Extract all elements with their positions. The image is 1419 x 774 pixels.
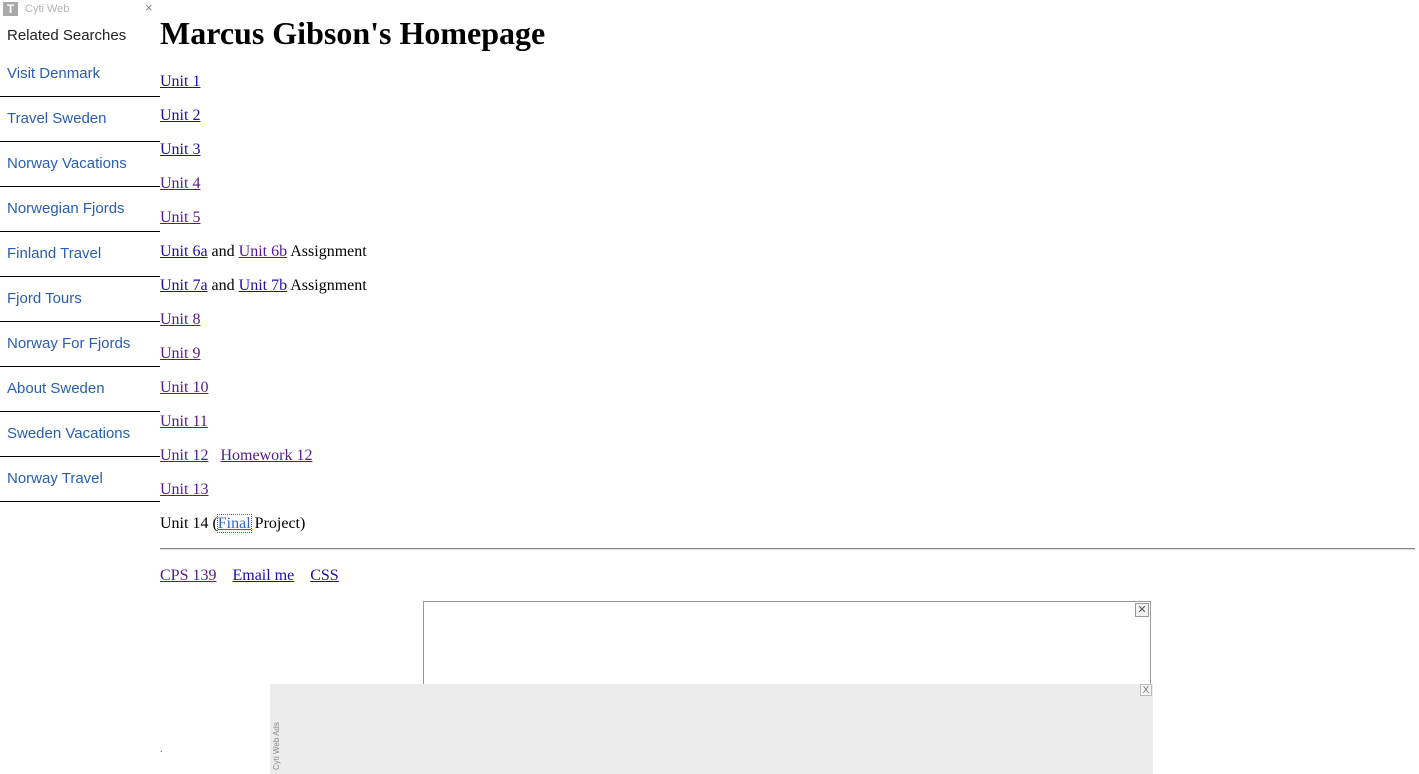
unit-10-row: Unit 10 [160, 378, 208, 398]
sidebar-close-icon[interactable]: × [145, 0, 153, 16]
unit-11-link[interactable]: Unit 11 [160, 413, 208, 430]
cyti-web-ads-bar: Cyti Web Ads X [270, 684, 1153, 774]
unit-14-row: Unit 14 (Final Project) [160, 514, 305, 534]
related-search-norway-travel[interactable]: Norway Travel [0, 457, 160, 502]
sidebar-header-bar: T Cyti Web × [0, 0, 160, 18]
page-title: Marcus Gibson's Homepage [160, 15, 546, 51]
unit-12-row: Unit 12 Homework 12 [160, 446, 312, 466]
cps-139-link[interactable]: CPS 139 [160, 567, 216, 584]
unit-9-row: Unit 9 [160, 344, 200, 364]
related-search-norwegian-fjords[interactable]: Norwegian Fjords [0, 187, 160, 232]
unit-2-row: Unit 2 [160, 106, 200, 126]
ad-close-icon[interactable]: ✕ [1135, 603, 1149, 617]
unit-7b-link[interactable]: Unit 7b [239, 277, 287, 294]
unit-4-link[interactable]: Unit 4 [160, 175, 200, 192]
related-search-sweden-vacations[interactable]: Sweden Vacations [0, 412, 160, 457]
unit-3-row: Unit 3 [160, 140, 200, 160]
unit-4-row: Unit 4 [160, 174, 200, 194]
related-searches-heading: Related Searches [7, 27, 127, 44]
stray-dot: . [160, 744, 163, 755]
ads-bar-label: Cyti Web Ads [272, 722, 281, 770]
css-link[interactable]: CSS [310, 567, 338, 584]
unit-7-row: Unit 7a and Unit 7b Assignment [160, 276, 367, 296]
unit-7a-link[interactable]: Unit 7a [160, 277, 208, 294]
related-search-norway-for-fjords[interactable]: Norway For Fjords [0, 322, 160, 367]
unit-5-row: Unit 5 [160, 208, 200, 228]
unit-3-link[interactable]: Unit 3 [160, 141, 200, 158]
unit-14-suffix-text: Project) [250, 515, 306, 532]
unit-14-prefix-text: Unit 14 ( [160, 515, 218, 532]
unit-6-row: Unit 6a and Unit 6b Assignment [160, 242, 367, 262]
main-content: Marcus Gibson's Homepage Unit 1 Unit 2 U… [160, 0, 1419, 774]
unit-12-link[interactable]: Unit 12 [160, 447, 208, 464]
footer-divider [160, 548, 1415, 550]
unit-6a-link[interactable]: Unit 6a [160, 243, 208, 260]
unit-11-row: Unit 11 [160, 412, 208, 432]
unit-6-assignment-text: Assignment [290, 243, 367, 260]
unit-1-link[interactable]: Unit 1 [160, 73, 200, 90]
related-search-travel-sweden[interactable]: Travel Sweden [0, 97, 160, 142]
ads-bar-close-icon[interactable]: X [1140, 684, 1152, 696]
unit-5-link[interactable]: Unit 5 [160, 209, 200, 226]
homework-12-link[interactable]: Homework 12 [220, 447, 312, 464]
unit-6-and-text: and [211, 243, 235, 260]
related-search-finland-travel[interactable]: Finland Travel [0, 232, 160, 277]
related-searches-list: Visit Denmark Travel Sweden Norway Vacat… [0, 52, 160, 502]
unit-10-link[interactable]: Unit 10 [160, 379, 208, 396]
unit-7-assignment-text: Assignment [290, 277, 367, 294]
related-search-about-sweden[interactable]: About Sweden [0, 367, 160, 412]
unit-6b-link[interactable]: Unit 6b [239, 243, 287, 260]
unit-9-link[interactable]: Unit 9 [160, 345, 200, 362]
cyti-logo-icon: T [3, 2, 18, 16]
related-search-norway-vacations[interactable]: Norway Vacations [0, 142, 160, 187]
footer-links: CPS 139 Email me CSS [160, 566, 351, 586]
unit-1-row: Unit 1 [160, 72, 200, 92]
unit-13-row: Unit 13 [160, 480, 208, 500]
unit-7-and-text: and [211, 277, 235, 294]
unit-2-link[interactable]: Unit 2 [160, 107, 200, 124]
unit-13-link[interactable]: Unit 13 [160, 481, 208, 498]
final-project-link[interactable]: Final [216, 514, 252, 533]
unit-8-link[interactable]: Unit 8 [160, 311, 200, 328]
related-searches-sidebar: T Cyti Web × Related Searches Visit Denm… [0, 0, 160, 774]
email-me-link[interactable]: Email me [232, 567, 294, 584]
sidebar-brand: Cyti Web [25, 3, 70, 15]
related-search-visit-denmark[interactable]: Visit Denmark [0, 52, 160, 97]
unit-8-row: Unit 8 [160, 310, 200, 330]
related-search-fjord-tours[interactable]: Fjord Tours [0, 277, 160, 322]
